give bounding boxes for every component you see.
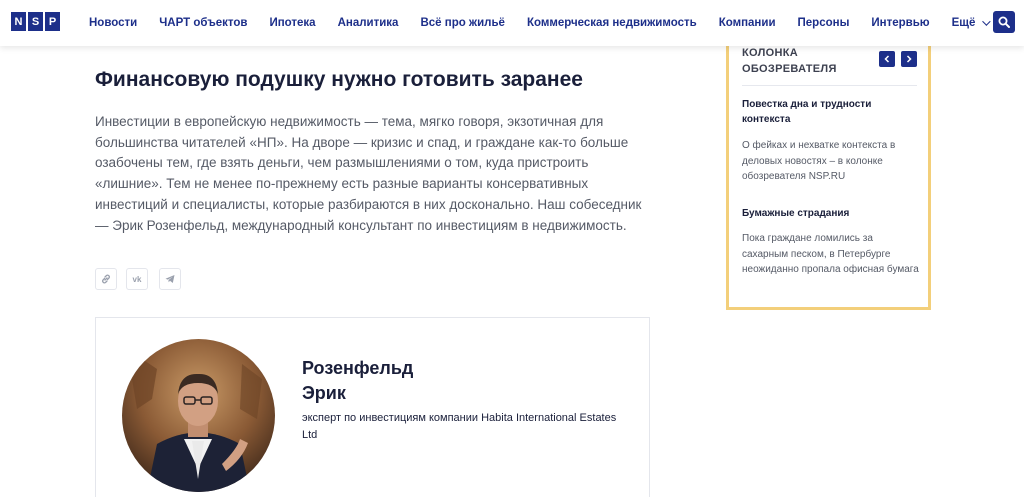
article-title: Финансовую подушку нужно готовить заране… <box>95 68 583 91</box>
columnist-heading-line1: КОЛОНКА <box>742 47 798 59</box>
columnist-heading-line2: ОБОЗРЕВАТЕЛЯ <box>742 63 837 75</box>
article-lead: Инвестиции в европейскую недвижимость — … <box>95 114 642 233</box>
columnist-item-text: Пока граждане ломились за сахарным песко… <box>742 233 919 275</box>
nav-item-news[interactable]: Новости <box>89 17 137 29</box>
site-logo[interactable]: N S P <box>11 12 60 31</box>
nav-item-companies[interactable]: Компании <box>719 17 776 29</box>
logo-letter-n: N <box>11 12 26 31</box>
columnist-next-button[interactable] <box>901 51 917 67</box>
expert-role: эксперт по инвестициям компании Habita I… <box>302 412 617 441</box>
nav-more-dropdown[interactable]: Ещё <box>951 17 992 29</box>
nav-item-chart[interactable]: ЧАРТ объектов <box>159 17 247 29</box>
main-nav: Новости ЧАРТ объектов Ипотека Аналитика … <box>89 0 1010 46</box>
link-icon <box>102 274 110 284</box>
chevron-right-icon <box>906 55 912 63</box>
expert-name: Розенфельд Эрик <box>302 356 413 406</box>
search-icon <box>998 16 1010 28</box>
columnist-heading: КОЛОНКА ОБОЗРЕВАТЕЛЯ <box>742 45 837 77</box>
chevron-down-icon <box>982 17 992 26</box>
logo-letter-s: S <box>28 12 43 31</box>
nav-item-commercial[interactable]: Коммерческая недвижимость <box>527 17 697 29</box>
nav-more-label: Ещё <box>951 17 976 29</box>
columnist-widget: КОЛОНКА ОБОЗРЕВАТЕЛЯ Повестка дна и труд… <box>726 26 931 310</box>
share-telegram-button[interactable] <box>159 268 181 290</box>
site-header: N S P Новости ЧАРТ объектов Ипотека Анал… <box>0 0 1024 46</box>
vk-icon: vk <box>132 274 142 284</box>
logo-letter-p: P <box>45 12 60 31</box>
columnist-item-title[interactable]: Повестка дна и трудности контекста <box>742 97 920 127</box>
columnist-divider <box>742 85 917 86</box>
share-vk-button[interactable]: vk <box>126 268 148 290</box>
columnist-item-text: О фейках и нехватке контекста в деловых … <box>742 140 896 182</box>
nav-item-interview[interactable]: Интервью <box>871 17 929 29</box>
nav-item-analytics[interactable]: Аналитика <box>338 17 399 29</box>
expert-last-name: Розенфельд <box>302 358 414 378</box>
expert-avatar <box>122 339 275 492</box>
search-button[interactable] <box>993 11 1015 33</box>
expert-first-name: Эрик <box>302 383 346 403</box>
columnist-item-title[interactable]: Бумажные страдания <box>742 206 920 221</box>
columnist-prev-button[interactable] <box>879 51 895 67</box>
nav-item-housing[interactable]: Всё про жильё <box>420 17 504 29</box>
nav-item-persons[interactable]: Персоны <box>798 17 850 29</box>
share-link-button[interactable] <box>95 268 117 290</box>
chevron-left-icon <box>884 55 890 63</box>
nav-item-mortgage[interactable]: Ипотека <box>269 17 315 29</box>
telegram-icon <box>165 275 175 283</box>
